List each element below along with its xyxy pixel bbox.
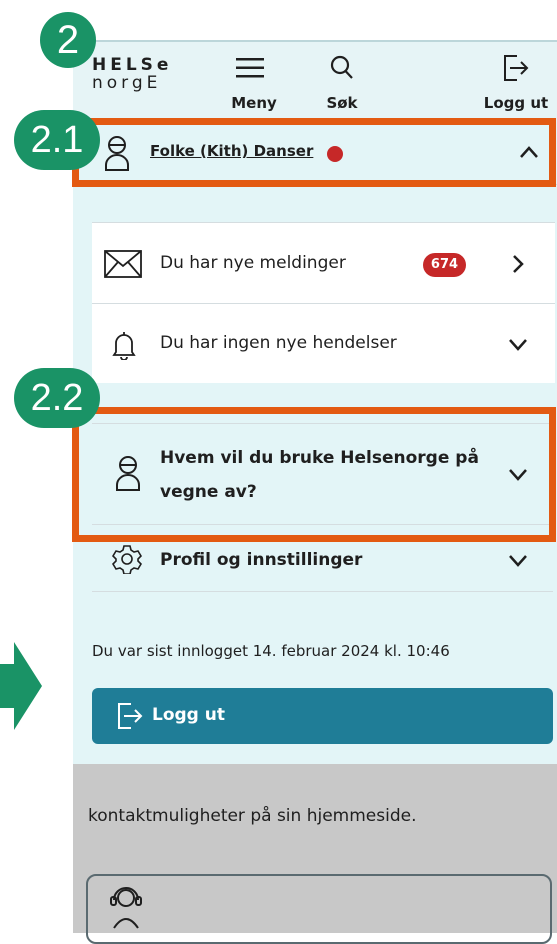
search-label: Søk (326, 94, 358, 112)
search-button[interactable]: Søk (312, 52, 372, 114)
annotation-arrow-icon (0, 642, 42, 730)
messages-label: Du har nye meldinger (160, 253, 346, 273)
logout-button[interactable]: Logg ut (92, 688, 553, 744)
menu-label: Meny (231, 94, 277, 112)
messages-count-badge: 674 (423, 253, 466, 277)
chevron-down-icon (508, 338, 528, 352)
chevron-down-icon (508, 554, 528, 568)
helsenorge-logo[interactable]: HELSe norgE (92, 56, 172, 92)
bell-icon (112, 330, 136, 360)
background-card (86, 874, 552, 944)
chevron-right-icon (512, 254, 524, 274)
logout-icon (500, 53, 530, 83)
background-page-text: kontaktmuligheter på sin hjemmeside. (88, 806, 417, 826)
logo-line-2: norgE (92, 73, 162, 93)
logout-icon (114, 701, 144, 731)
last-login-text: Du var sist innlogget 14. februar 2024 k… (92, 642, 450, 660)
highlight-box-represent (72, 407, 556, 542)
annotation-badge-2-1: 2.1 (14, 110, 100, 170)
events-row[interactable]: Du har ingen nye hendelser (92, 304, 555, 382)
logout-header-button[interactable]: Logg ut (478, 50, 554, 114)
menu-button[interactable]: Meny (224, 52, 284, 114)
events-label: Du har ingen nye hendelser (160, 333, 397, 353)
logo-line-1: HELSe (92, 55, 173, 75)
highlight-box-user (72, 118, 556, 187)
annotation-badge-2: 2 (40, 12, 96, 68)
search-icon (330, 55, 354, 81)
annotation-badge-2-2: 2.2 (14, 368, 100, 428)
support-icon (108, 884, 144, 930)
messages-row[interactable]: Du har nye meldinger (92, 223, 555, 303)
profile-label: Profil og innstillinger (160, 550, 363, 570)
section-divider (92, 591, 553, 592)
menu-icon (236, 57, 264, 79)
logout-label: Logg ut (483, 94, 549, 112)
gear-icon (112, 544, 142, 574)
logout-button-label: Logg ut (152, 705, 225, 725)
envelope-icon (104, 250, 142, 278)
profile-row[interactable]: Profil og innstillinger (92, 536, 553, 584)
